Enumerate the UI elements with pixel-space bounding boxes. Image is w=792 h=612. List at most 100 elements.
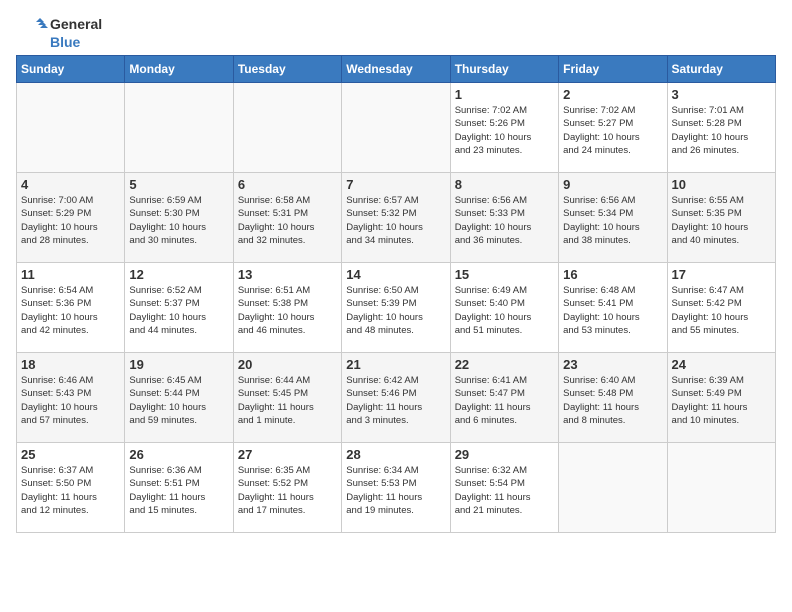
day-number: 5 [129, 177, 228, 192]
week-row-3: 11 Sunrise: 6:54 AM Sunset: 5:36 PM Dayli… [17, 263, 776, 353]
calendar-cell [559, 443, 667, 533]
day-info: Sunrise: 6:35 AM Sunset: 5:52 PM Dayligh… [238, 464, 337, 517]
day-info: Sunrise: 6:52 AM Sunset: 5:37 PM Dayligh… [129, 284, 228, 337]
day-number: 21 [346, 357, 445, 372]
calendar-cell: 3 Sunrise: 7:01 AM Sunset: 5:28 PM Daylig… [667, 83, 775, 173]
day-info: Sunrise: 6:56 AM Sunset: 5:33 PM Dayligh… [455, 194, 554, 247]
calendar-cell: 13 Sunrise: 6:51 AM Sunset: 5:38 PM Dayli… [233, 263, 341, 353]
day-number: 28 [346, 447, 445, 462]
calendar-cell: 2Sunrise: 7:02 AM Sunset: 5:27 PM Daylig… [559, 83, 667, 173]
calendar-cell: 17 Sunrise: 6:47 AM Sunset: 5:42 PM Dayli… [667, 263, 775, 353]
calendar-cell [17, 83, 125, 173]
day-number: 15 [455, 267, 554, 282]
day-info: Sunrise: 6:58 AM Sunset: 5:31 PM Dayligh… [238, 194, 337, 247]
calendar-cell: 19Sunrise: 6:45 AM Sunset: 5:44 PM Dayli… [125, 353, 233, 443]
day-info: Sunrise: 6:42 AM Sunset: 5:46 PM Dayligh… [346, 374, 445, 427]
day-number: 26 [129, 447, 228, 462]
day-number: 1 [455, 87, 554, 102]
calendar-cell: 29 Sunrise: 6:32 AM Sunset: 5:54 PM Dayli… [450, 443, 558, 533]
week-row-2: 4 Sunrise: 7:00 AM Sunset: 5:29 PM Daylig… [17, 173, 776, 263]
day-info: Sunrise: 6:59 AM Sunset: 5:30 PM Dayligh… [129, 194, 228, 247]
day-info: Sunrise: 6:46 AM Sunset: 5:43 PM Dayligh… [21, 374, 120, 427]
week-row-1: 1 Sunrise: 7:02 AM Sunset: 5:26 PM Daylig… [17, 83, 776, 173]
header-cell-friday: Friday [559, 56, 667, 83]
day-number: 7 [346, 177, 445, 192]
day-number: 12 [129, 267, 228, 282]
day-number: 23 [563, 357, 662, 372]
day-number: 3 [672, 87, 771, 102]
day-info: Sunrise: 6:49 AM Sunset: 5:40 PM Dayligh… [455, 284, 554, 337]
logo-icon [16, 18, 48, 50]
day-info: Sunrise: 6:54 AM Sunset: 5:36 PM Dayligh… [21, 284, 120, 337]
calendar-cell: 8 Sunrise: 6:56 AM Sunset: 5:33 PM Daylig… [450, 173, 558, 263]
day-info: Sunrise: 7:02 AM Sunset: 5:27 PM Dayligh… [563, 104, 662, 157]
calendar-cell: 9Sunrise: 6:56 AM Sunset: 5:34 PM Daylig… [559, 173, 667, 263]
header-cell-tuesday: Tuesday [233, 56, 341, 83]
day-number: 24 [672, 357, 771, 372]
week-row-5: 25 Sunrise: 6:37 AM Sunset: 5:50 PM Dayli… [17, 443, 776, 533]
header-cell-saturday: Saturday [667, 56, 775, 83]
calendar-cell: 21 Sunrise: 6:42 AM Sunset: 5:46 PM Dayli… [342, 353, 450, 443]
day-info: Sunrise: 6:37 AM Sunset: 5:50 PM Dayligh… [21, 464, 120, 517]
day-number: 11 [21, 267, 120, 282]
day-number: 13 [238, 267, 337, 282]
day-info: Sunrise: 6:36 AM Sunset: 5:51 PM Dayligh… [129, 464, 228, 517]
header-cell-monday: Monday [125, 56, 233, 83]
header-cell-thursday: Thursday [450, 56, 558, 83]
day-number: 29 [455, 447, 554, 462]
day-number: 4 [21, 177, 120, 192]
week-row-4: 18 Sunrise: 6:46 AM Sunset: 5:43 PM Dayli… [17, 353, 776, 443]
day-info: Sunrise: 6:41 AM Sunset: 5:47 PM Dayligh… [455, 374, 554, 427]
calendar-cell: 15 Sunrise: 6:49 AM Sunset: 5:40 PM Dayli… [450, 263, 558, 353]
day-info: Sunrise: 6:55 AM Sunset: 5:35 PM Dayligh… [672, 194, 771, 247]
day-number: 14 [346, 267, 445, 282]
calendar-cell: 1 Sunrise: 7:02 AM Sunset: 5:26 PM Daylig… [450, 83, 558, 173]
day-info: Sunrise: 6:48 AM Sunset: 5:41 PM Dayligh… [563, 284, 662, 337]
calendar-cell: 20Sunrise: 6:44 AM Sunset: 5:45 PM Dayli… [233, 353, 341, 443]
day-info: Sunrise: 6:47 AM Sunset: 5:42 PM Dayligh… [672, 284, 771, 337]
calendar-cell [233, 83, 341, 173]
day-number: 25 [21, 447, 120, 462]
day-info: Sunrise: 6:45 AM Sunset: 5:44 PM Dayligh… [129, 374, 228, 427]
day-number: 6 [238, 177, 337, 192]
logo-blue-text: Blue [50, 34, 80, 50]
day-info: Sunrise: 6:32 AM Sunset: 5:54 PM Dayligh… [455, 464, 554, 517]
calendar-cell: 12 Sunrise: 6:52 AM Sunset: 5:37 PM Dayli… [125, 263, 233, 353]
day-number: 27 [238, 447, 337, 462]
day-info: Sunrise: 7:02 AM Sunset: 5:26 PM Dayligh… [455, 104, 554, 157]
day-number: 16 [563, 267, 662, 282]
calendar-cell: 23 Sunrise: 6:40 AM Sunset: 5:48 PM Dayli… [559, 353, 667, 443]
day-info: Sunrise: 6:51 AM Sunset: 5:38 PM Dayligh… [238, 284, 337, 337]
calendar-cell: 4 Sunrise: 7:00 AM Sunset: 5:29 PM Daylig… [17, 173, 125, 263]
day-info: Sunrise: 7:00 AM Sunset: 5:29 PM Dayligh… [21, 194, 120, 247]
day-number: 18 [21, 357, 120, 372]
logo-general-text: General [50, 16, 102, 32]
day-info: Sunrise: 6:56 AM Sunset: 5:34 PM Dayligh… [563, 194, 662, 247]
day-info: Sunrise: 6:50 AM Sunset: 5:39 PM Dayligh… [346, 284, 445, 337]
day-info: Sunrise: 6:57 AM Sunset: 5:32 PM Dayligh… [346, 194, 445, 247]
logo: General Blue [16, 16, 102, 51]
calendar-cell: 22Sunrise: 6:41 AM Sunset: 5:47 PM Dayli… [450, 353, 558, 443]
calendar-cell: 11 Sunrise: 6:54 AM Sunset: 5:36 PM Dayli… [17, 263, 125, 353]
calendar-cell: 14 Sunrise: 6:50 AM Sunset: 5:39 PM Dayli… [342, 263, 450, 353]
calendar-cell: 26 Sunrise: 6:36 AM Sunset: 5:51 PM Dayli… [125, 443, 233, 533]
day-info: Sunrise: 6:40 AM Sunset: 5:48 PM Dayligh… [563, 374, 662, 427]
calendar-cell: 7 Sunrise: 6:57 AM Sunset: 5:32 PM Daylig… [342, 173, 450, 263]
header-cell-sunday: Sunday [17, 56, 125, 83]
calendar-cell: 6 Sunrise: 6:58 AM Sunset: 5:31 PM Daylig… [233, 173, 341, 263]
day-info: Sunrise: 6:39 AM Sunset: 5:49 PM Dayligh… [672, 374, 771, 427]
day-number: 8 [455, 177, 554, 192]
logo-wordmark: General Blue [16, 16, 102, 51]
day-info: Sunrise: 6:34 AM Sunset: 5:53 PM Dayligh… [346, 464, 445, 517]
day-info: Sunrise: 7:01 AM Sunset: 5:28 PM Dayligh… [672, 104, 771, 157]
calendar-header: SundayMondayTuesdayWednesdayThursdayFrid… [17, 56, 776, 83]
header-cell-wednesday: Wednesday [342, 56, 450, 83]
day-number: 17 [672, 267, 771, 282]
day-info: Sunrise: 6:44 AM Sunset: 5:45 PM Dayligh… [238, 374, 337, 427]
calendar-cell: 18 Sunrise: 6:46 AM Sunset: 5:43 PM Dayli… [17, 353, 125, 443]
calendar-cell: 27 Sunrise: 6:35 AM Sunset: 5:52 PM Dayli… [233, 443, 341, 533]
day-number: 10 [672, 177, 771, 192]
calendar-cell: 24 Sunrise: 6:39 AM Sunset: 5:49 PM Dayli… [667, 353, 775, 443]
calendar-body: 1 Sunrise: 7:02 AM Sunset: 5:26 PM Daylig… [17, 83, 776, 533]
calendar-table: SundayMondayTuesdayWednesdayThursdayFrid… [16, 55, 776, 533]
